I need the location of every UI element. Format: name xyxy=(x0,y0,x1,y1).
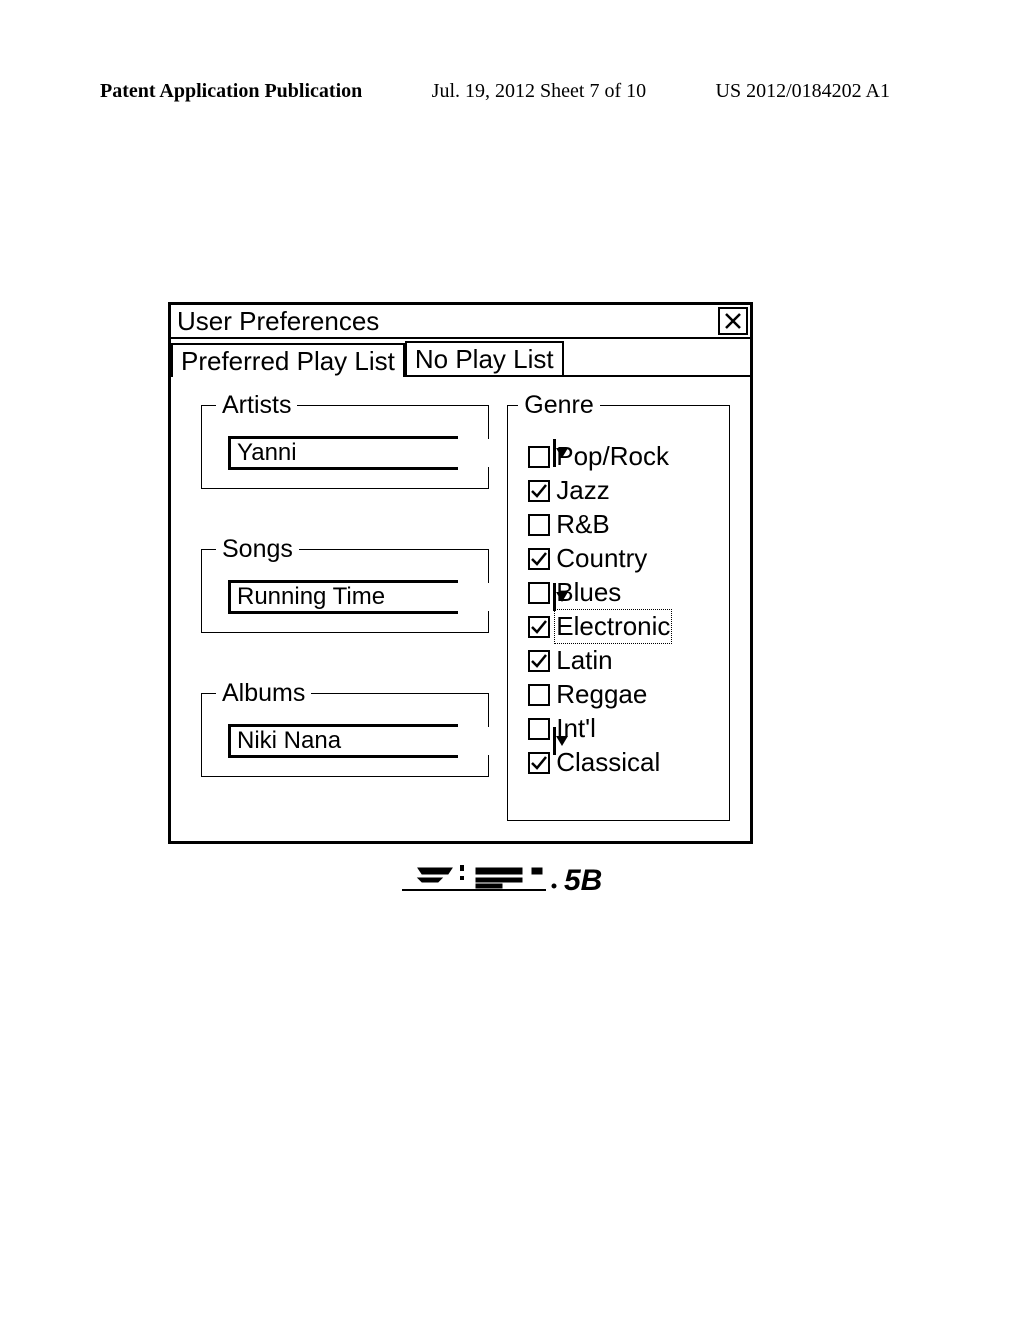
tabbar: Preferred Play List No Play List xyxy=(171,339,750,377)
genre-item[interactable]: Blues xyxy=(528,577,719,608)
tab-no-play-list[interactable]: No Play List xyxy=(405,341,564,375)
check-icon xyxy=(531,756,547,770)
songs-legend: Songs xyxy=(216,535,299,564)
checkbox[interactable] xyxy=(528,548,550,570)
songs-combo[interactable] xyxy=(228,580,458,614)
genre-label: Int'l xyxy=(556,713,596,744)
checkbox[interactable] xyxy=(528,616,550,638)
songs-input[interactable] xyxy=(231,583,553,611)
genre-item[interactable]: Pop/Rock xyxy=(528,441,719,472)
genre-item[interactable]: R&B xyxy=(528,509,719,540)
genre-label: Jazz xyxy=(556,475,609,506)
checkbox[interactable] xyxy=(528,582,550,604)
genre-label: Electronic xyxy=(556,611,670,642)
genre-label: Classical xyxy=(556,747,660,778)
genre-item[interactable]: Classical xyxy=(528,747,719,778)
genre-item[interactable]: Int'l xyxy=(528,713,719,744)
checkbox[interactable] xyxy=(528,446,550,468)
dialog-title: User Preferences xyxy=(177,306,716,337)
genre-item[interactable]: Country xyxy=(528,543,719,574)
genre-label: R&B xyxy=(556,509,609,540)
close-button[interactable] xyxy=(718,307,748,335)
genre-group: Genre Pop/RockJazzR&BCountryBluesElectro… xyxy=(507,391,730,821)
albums-group: Albums xyxy=(201,679,489,777)
genre-label: Latin xyxy=(556,645,612,676)
header-pubnum: US 2012/0184202 A1 xyxy=(716,80,890,103)
genre-label: Reggae xyxy=(556,679,647,710)
checkbox[interactable] xyxy=(528,480,550,502)
check-icon xyxy=(531,552,547,566)
genre-label: Country xyxy=(556,543,647,574)
page-header: Patent Application Publication Jul. 19, … xyxy=(100,80,890,103)
genre-item[interactable]: Latin xyxy=(528,645,719,676)
genre-label: Pop/Rock xyxy=(556,441,669,472)
tab-label: No Play List xyxy=(415,344,554,374)
albums-combo[interactable] xyxy=(228,724,458,758)
header-publication: Patent Application Publication xyxy=(100,80,362,103)
checkbox[interactable] xyxy=(528,752,550,774)
check-icon xyxy=(531,484,547,498)
songs-group: Songs xyxy=(201,535,489,633)
user-preferences-dialog: User Preferences Preferred Play List No … xyxy=(168,302,753,844)
tab-label: Preferred Play List xyxy=(181,346,395,376)
genre-item[interactable]: Electronic xyxy=(528,611,719,642)
check-icon xyxy=(531,620,547,634)
genre-item[interactable]: Jazz xyxy=(528,475,719,506)
artists-group: Artists xyxy=(201,391,489,489)
checkbox[interactable] xyxy=(528,650,550,672)
genre-label: Blues xyxy=(556,577,621,608)
albums-input[interactable] xyxy=(231,727,553,755)
artists-combo[interactable] xyxy=(228,436,458,470)
checkbox[interactable] xyxy=(528,718,550,740)
checkbox[interactable] xyxy=(528,514,550,536)
tab-preferred-play-list[interactable]: Preferred Play List xyxy=(171,343,405,377)
albums-legend: Albums xyxy=(216,679,311,708)
genre-item[interactable]: Reggae xyxy=(528,679,719,710)
checkbox[interactable] xyxy=(528,684,550,706)
svg-text:5B: 5B xyxy=(564,864,602,897)
artists-input[interactable] xyxy=(231,439,553,467)
artists-legend: Artists xyxy=(216,391,297,420)
genre-legend: Genre xyxy=(518,391,599,420)
close-icon xyxy=(725,313,741,329)
figure-label: 5B xyxy=(0,858,1024,907)
check-icon xyxy=(531,654,547,668)
dialog-titlebar: User Preferences xyxy=(171,305,750,339)
header-sheet: Jul. 19, 2012 Sheet 7 of 10 xyxy=(432,80,646,103)
